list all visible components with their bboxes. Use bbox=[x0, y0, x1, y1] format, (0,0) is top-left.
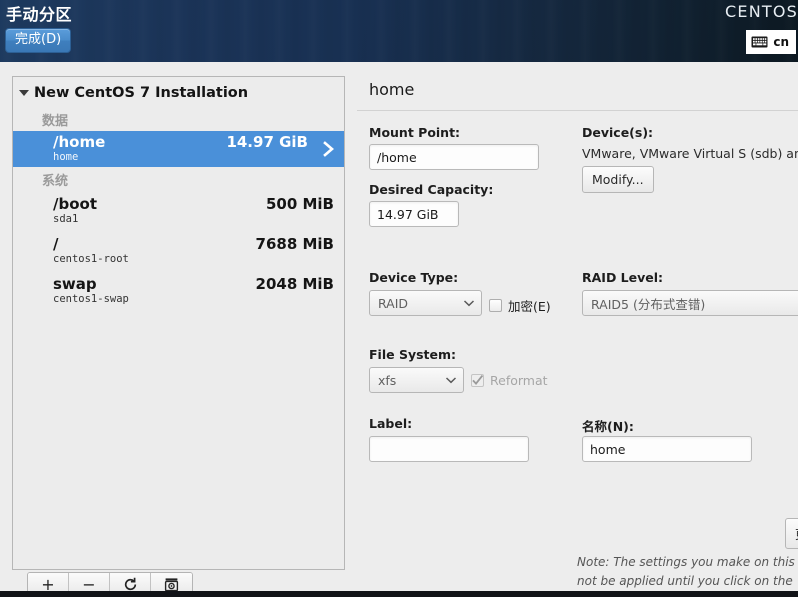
detail-title: home bbox=[369, 80, 415, 99]
raid-level-select[interactable]: RAID5 (分布式查错) bbox=[582, 290, 798, 316]
update-settings-button[interactable]: 更 bbox=[785, 518, 798, 549]
partition-row-home[interactable]: /home 14.97 GiB home bbox=[13, 131, 344, 167]
note-line-2: not be applied until you click on the bbox=[577, 574, 793, 588]
triangle-down-icon[interactable] bbox=[19, 90, 29, 96]
mount-point-input[interactable] bbox=[369, 144, 539, 170]
devices-value: VMware, VMware Virtual S (sdb) an bbox=[582, 146, 798, 161]
detail-divider bbox=[357, 110, 798, 111]
name-input[interactable] bbox=[582, 436, 752, 462]
device-type-select[interactable]: RAID bbox=[369, 290, 482, 316]
keyboard-layout-indicator[interactable]: cn bbox=[746, 30, 796, 54]
label-field-label: Label: bbox=[369, 416, 413, 431]
device-type-value: RAID bbox=[378, 295, 409, 311]
top-header-bar: 手动分区 完成(D) CENTOS cn bbox=[0, 0, 798, 62]
file-system-label: File System: bbox=[369, 347, 457, 362]
chevron-right-icon[interactable] bbox=[322, 140, 336, 158]
encrypt-checkbox-box[interactable] bbox=[489, 299, 502, 312]
partition-device: home bbox=[53, 151, 79, 163]
tree-root-row[interactable]: New CentOS 7 Installation bbox=[13, 77, 344, 107]
partition-row-swap[interactable]: swap 2048 MiB centos1-swap bbox=[13, 271, 344, 311]
note-line-1: Note: The settings you make on this bbox=[577, 555, 795, 569]
partition-size: 500 MiB bbox=[265, 195, 334, 213]
raid-level-label: RAID Level: bbox=[582, 270, 664, 285]
encrypt-label: 加密(E) bbox=[508, 299, 551, 314]
reformat-checkbox[interactable]: Reformat bbox=[471, 373, 548, 388]
partition-name: /home bbox=[53, 133, 106, 151]
keyboard-icon bbox=[751, 33, 768, 52]
partition-size: 14.97 GiB bbox=[226, 133, 308, 151]
partition-row-boot[interactable]: /boot 500 MiB sda1 bbox=[13, 191, 344, 231]
partition-device: centos1-root bbox=[53, 253, 129, 265]
distro-label: CENTOS bbox=[725, 2, 798, 21]
file-system-value: xfs bbox=[378, 372, 397, 388]
file-system-select[interactable]: xfs bbox=[369, 367, 464, 393]
partition-device: sda1 bbox=[53, 213, 79, 225]
partition-name: /boot bbox=[53, 195, 97, 213]
done-button[interactable]: 完成(D) bbox=[5, 28, 72, 53]
desired-capacity-label: Desired Capacity: bbox=[369, 182, 494, 197]
header-texture bbox=[0, 0, 798, 62]
desired-capacity-input[interactable] bbox=[369, 201, 459, 227]
partition-name: swap bbox=[53, 275, 97, 293]
chevron-down-icon bbox=[463, 299, 475, 307]
devices-label: Device(s): bbox=[582, 125, 654, 140]
raid-level-value: RAID5 (分布式查错) bbox=[591, 296, 706, 312]
partition-row-root[interactable]: / 7688 MiB centos1-root bbox=[13, 231, 344, 271]
device-type-label: Device Type: bbox=[369, 270, 459, 285]
tree-root-label: New CentOS 7 Installation bbox=[34, 85, 249, 101]
group-header-data: 数据 bbox=[42, 114, 69, 129]
partition-size: 7688 MiB bbox=[255, 235, 334, 253]
window-bottom-edge bbox=[0, 591, 798, 597]
modify-button[interactable]: Modify... bbox=[582, 166, 654, 193]
chevron-down-icon bbox=[445, 376, 457, 384]
partition-device: centos1-swap bbox=[53, 293, 129, 305]
label-input[interactable] bbox=[369, 436, 529, 462]
group-header-system: 系统 bbox=[42, 174, 69, 189]
manual-partitioning-window: 手动分区 完成(D) CENTOS cn New CentOS 7 Instal… bbox=[0, 0, 798, 597]
partition-details-panel: home Mount Point: Desired Capacity: Devi… bbox=[357, 62, 798, 597]
partition-size: 2048 MiB bbox=[255, 275, 334, 293]
reformat-checkbox-box[interactable] bbox=[471, 374, 484, 387]
keyboard-layout-label: cn bbox=[773, 35, 789, 49]
encrypt-checkbox[interactable]: 加密(E) bbox=[489, 296, 551, 315]
name-field-label: 名称(N): bbox=[582, 419, 634, 434]
page-title: 手动分区 bbox=[6, 5, 73, 24]
reformat-label: Reformat bbox=[490, 373, 548, 388]
mount-point-label: Mount Point: bbox=[369, 125, 461, 140]
partition-name: / bbox=[53, 235, 59, 253]
partition-tree-panel: New CentOS 7 Installation 数据 /home 14.97… bbox=[12, 76, 345, 570]
